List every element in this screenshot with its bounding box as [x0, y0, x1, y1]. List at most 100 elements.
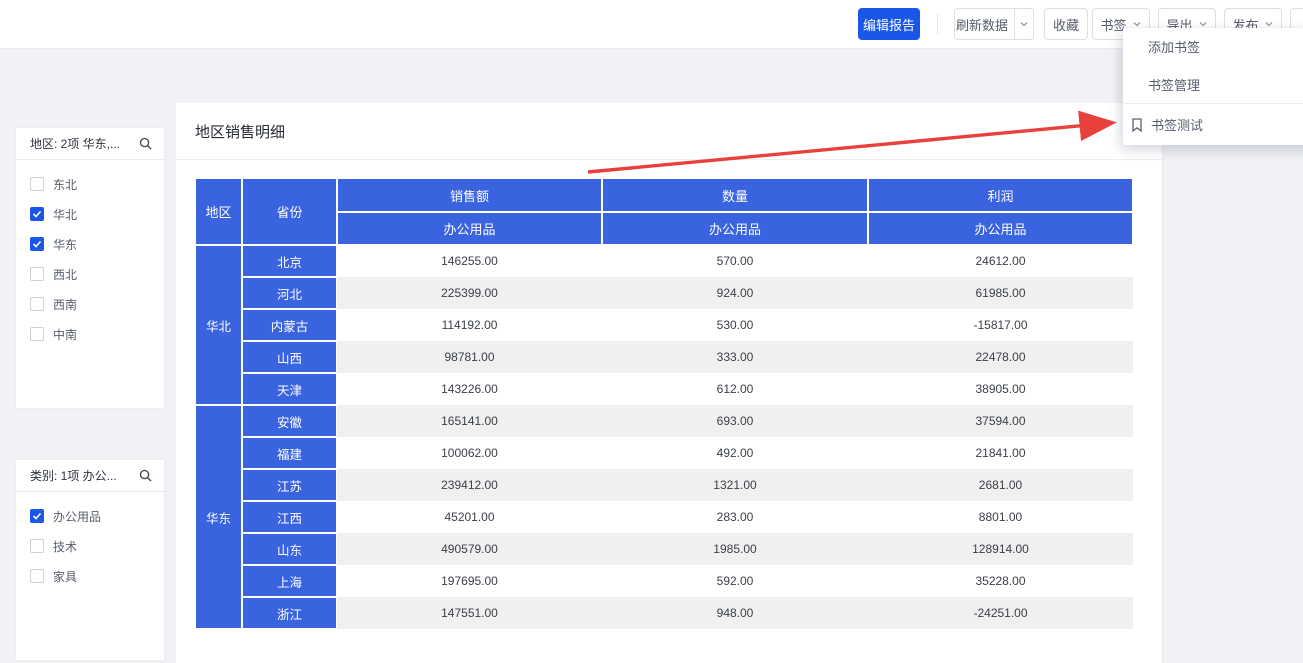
value-cell: 333.00	[602, 341, 868, 373]
value-cell: 492.00	[602, 437, 868, 469]
refresh-data-button[interactable]: 刷新数据	[954, 8, 1034, 40]
category-filter-card: 类别: 1项 办公... 办公用品技术家具	[16, 460, 164, 660]
menu-item-label: 书签测试	[1151, 115, 1203, 134]
checkbox-unchecked[interactable]	[30, 327, 44, 341]
table-row: 江西45201.00283.008801.00	[195, 501, 1133, 533]
favorite-button[interactable]: 收藏	[1044, 8, 1088, 40]
column-header-quantity: 数量	[602, 178, 868, 212]
province-cell: 上海	[242, 565, 337, 597]
value-cell: 239412.00	[337, 469, 602, 501]
value-cell: 924.00	[602, 277, 868, 309]
menu-item-add-bookmark[interactable]: 添加书签	[1123, 28, 1303, 65]
value-cell: 98781.00	[337, 341, 602, 373]
checkbox-unchecked[interactable]	[30, 569, 44, 583]
value-cell: 114192.00	[337, 309, 602, 341]
province-cell: 河北	[242, 277, 337, 309]
value-cell: 693.00	[602, 405, 868, 437]
menu-item-label: 添加书签	[1148, 37, 1200, 56]
checkbox-checked[interactable]	[30, 509, 44, 523]
value-cell: 38905.00	[868, 373, 1133, 405]
province-cell: 浙江	[242, 597, 337, 629]
search-icon[interactable]	[139, 469, 152, 482]
table-row: 福建100062.00492.0021841.00	[195, 437, 1133, 469]
checkbox-unchecked[interactable]	[30, 539, 44, 553]
province-cell: 山东	[242, 533, 337, 565]
filter-option[interactable]: 中南	[30, 319, 164, 349]
checkbox-unchecked[interactable]	[30, 177, 44, 191]
value-cell: 37594.00	[868, 405, 1133, 437]
menu-item-bookmark-test[interactable]: 书签测试	[1123, 103, 1303, 145]
bookmark-icon	[1131, 118, 1143, 132]
value-cell: 128914.00	[868, 533, 1133, 565]
report-title: 地区销售明细	[195, 121, 285, 142]
menu-item-manage-bookmarks[interactable]: 书签管理	[1123, 65, 1303, 103]
column-header-profit: 利润	[868, 178, 1133, 212]
checkbox-unchecked[interactable]	[30, 297, 44, 311]
category-filter-title: 类别: 1项 办公...	[30, 467, 117, 484]
value-cell: 225399.00	[337, 277, 602, 309]
value-cell: 8801.00	[868, 501, 1133, 533]
filter-option[interactable]: 西南	[30, 289, 164, 319]
region-filter-card: 地区: 2项 华东,... 东北华北华东西北西南中南	[16, 128, 164, 408]
table-row: 华东安徽165141.00693.0037594.00	[195, 405, 1133, 437]
value-cell: 24612.00	[868, 245, 1133, 277]
filter-option[interactable]: 西北	[30, 259, 164, 289]
filter-option[interactable]: 家具	[30, 561, 164, 591]
filter-option-label: 华北	[53, 206, 77, 223]
filter-option[interactable]: 办公用品	[30, 501, 164, 531]
sales-table-body: 华北北京146255.00570.0024612.00河北225399.0092…	[195, 245, 1133, 629]
value-cell: 2681.00	[868, 469, 1133, 501]
region-filter-title: 地区: 2项 华东,...	[30, 135, 120, 152]
filter-option-label: 西北	[53, 266, 77, 283]
column-header-sales: 销售额	[337, 178, 602, 212]
toolbar-divider	[937, 14, 938, 34]
filter-option[interactable]: 华北	[30, 199, 164, 229]
value-cell: 147551.00	[337, 597, 602, 629]
table-row: 上海197695.00592.0035228.00	[195, 565, 1133, 597]
filter-option[interactable]: 技术	[30, 531, 164, 561]
value-cell: 21841.00	[868, 437, 1133, 469]
value-cell: 530.00	[602, 309, 868, 341]
value-cell: 490579.00	[337, 533, 602, 565]
page: { "toolbar": { "edit_report_label": "编辑报…	[0, 0, 1303, 648]
filter-option-label: 东北	[53, 176, 77, 193]
edit-report-button[interactable]: 编辑报告	[858, 8, 920, 40]
province-cell: 北京	[242, 245, 337, 277]
column-header-region: 地区	[195, 178, 242, 245]
value-cell: -24251.00	[868, 597, 1133, 629]
value-cell: 146255.00	[337, 245, 602, 277]
value-cell: 143226.00	[337, 373, 602, 405]
filter-option-label: 华东	[53, 236, 77, 253]
chevron-down-icon[interactable]	[1014, 9, 1033, 39]
bookmark-dropdown-menu: 添加书签 书签管理 书签测试	[1123, 28, 1303, 145]
filter-option-label: 西南	[53, 296, 77, 313]
filter-option[interactable]: 华东	[30, 229, 164, 259]
checkbox-checked[interactable]	[30, 237, 44, 251]
region-cell: 华东	[195, 405, 242, 629]
province-cell: 天津	[242, 373, 337, 405]
value-cell: 948.00	[602, 597, 868, 629]
value-cell: 592.00	[602, 565, 868, 597]
value-cell: 61985.00	[868, 277, 1133, 309]
province-cell: 内蒙古	[242, 309, 337, 341]
value-cell: 35228.00	[868, 565, 1133, 597]
filter-option[interactable]: 东北	[30, 169, 164, 199]
table-row: 江苏239412.001321.002681.00	[195, 469, 1133, 501]
search-icon[interactable]	[139, 137, 152, 150]
value-cell: 570.00	[602, 245, 868, 277]
report-card: 地区销售明细 地区 省份 销售额 数量 利润 办公用品 办公用品 办公用品 华北…	[176, 103, 1163, 663]
value-cell: 283.00	[602, 501, 868, 533]
checkbox-unchecked[interactable]	[30, 267, 44, 281]
checkbox-checked[interactable]	[30, 207, 44, 221]
table-row: 山东490579.001985.00128914.00	[195, 533, 1133, 565]
region-filter-options: 东北华北华东西北西南中南	[16, 160, 164, 349]
top-header-bar: 编辑报告 刷新数据 收藏 书签 导出 发布	[0, 0, 1303, 49]
sales-detail-table: 地区 省份 销售额 数量 利润 办公用品 办公用品 办公用品 华北北京14625…	[195, 178, 1133, 629]
category-filter-options: 办公用品技术家具	[16, 492, 164, 591]
province-cell: 福建	[242, 437, 337, 469]
filter-option-label: 中南	[53, 326, 77, 343]
province-cell: 安徽	[242, 405, 337, 437]
table-row: 华北北京146255.00570.0024612.00	[195, 245, 1133, 277]
province-cell: 山西	[242, 341, 337, 373]
filter-header: 类别: 1项 办公...	[16, 460, 164, 492]
